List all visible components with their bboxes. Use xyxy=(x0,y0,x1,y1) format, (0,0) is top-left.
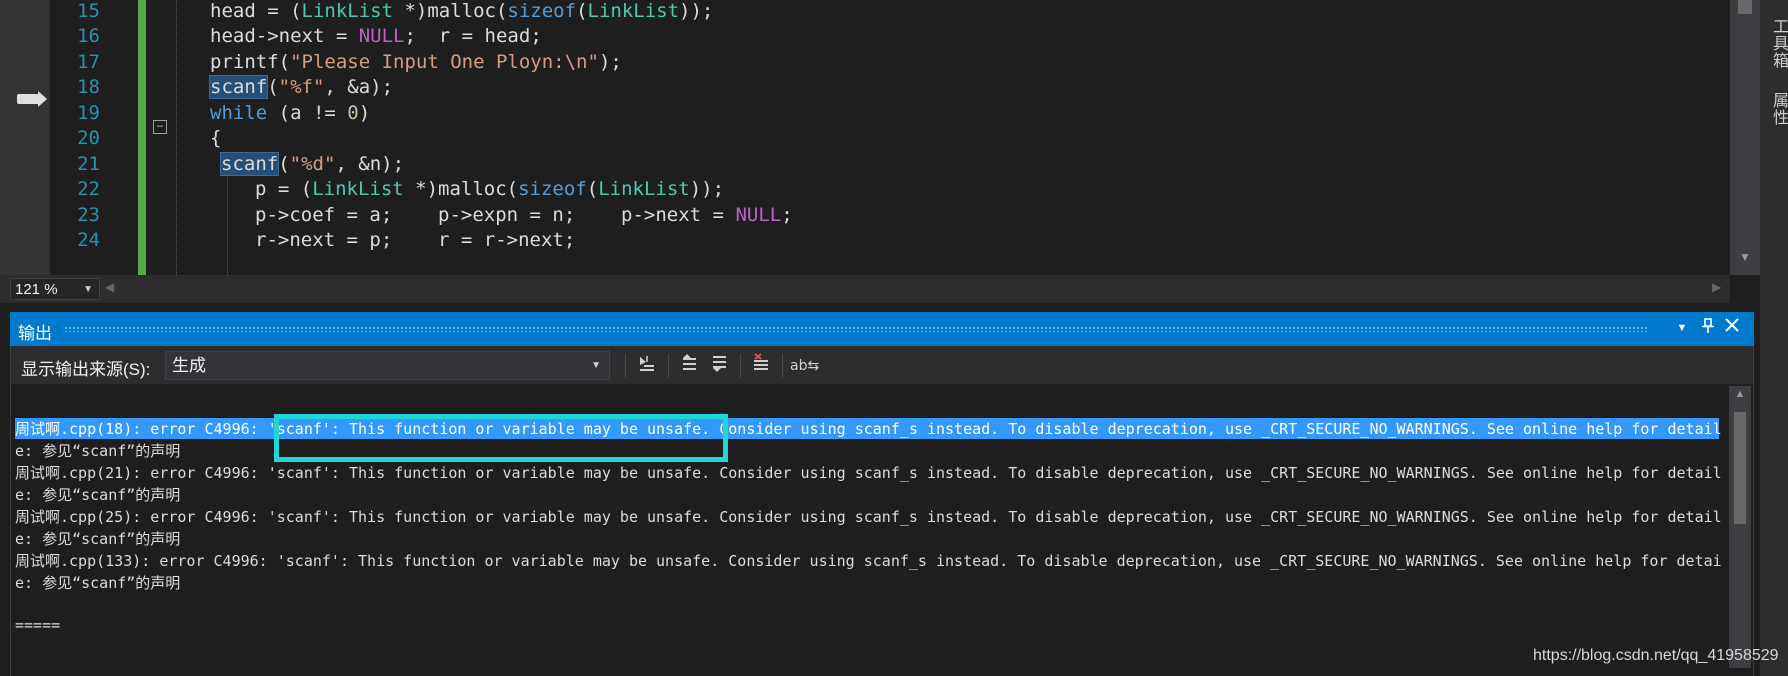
word-wrap-icon[interactable]: ab⇆ xyxy=(790,353,819,379)
scroll-left-arrow-icon[interactable]: ◀ xyxy=(105,280,114,294)
scroll-down-arrow-icon[interactable]: ▼ xyxy=(1730,250,1760,270)
output-line[interactable]: 周试啊.cpp(21): error C4996: 'scanf': This … xyxy=(15,462,1722,483)
toolbar-separator xyxy=(782,354,783,378)
editor-bottom-bar xyxy=(0,275,1730,303)
code-line: scanf("%f", &a); xyxy=(208,75,394,99)
editor-scroll-thumb[interactable] xyxy=(1738,0,1752,14)
code-text-area[interactable]: head = (LinkList *)malloc(sizeof(LinkLis… xyxy=(0,0,1730,275)
toolbar-separator xyxy=(668,354,669,378)
code-line: while (a != 0) xyxy=(210,102,371,124)
output-source-label: 显示输出来源(S): xyxy=(21,360,151,379)
code-editor[interactable]: 15 16 17 18 19 20 21 22 23 24 − head = (… xyxy=(0,0,1760,310)
zoom-level-dropdown[interactable]: 121 % ▼ xyxy=(10,278,100,300)
code-line: printf("Please Input One Ployn:\n"); xyxy=(210,51,622,73)
next-message-icon[interactable] xyxy=(706,353,732,379)
output-line[interactable]: 周试啊.cpp(25): error C4996: 'scanf': This … xyxy=(15,506,1722,527)
code-line: scanf("%d", &n); xyxy=(219,152,405,176)
chevron-down-icon: ▼ xyxy=(83,284,93,295)
code-line: p = (LinkList *)malloc(sizeof(LinkList))… xyxy=(255,178,725,200)
find-message-in-code-icon[interactable] xyxy=(634,353,660,379)
titlebar-grip xyxy=(64,326,1649,332)
output-line[interactable]: e: 参见“scanf”的声明 xyxy=(15,528,180,549)
code-line: r->next = p; r = r->next; xyxy=(255,229,576,251)
editor-vertical-scrollbar[interactable] xyxy=(1730,0,1760,275)
output-line[interactable]: 周试啊.cpp(18): error C4996: 'scanf': This … xyxy=(15,418,1722,439)
code-line: p->coef = a; p->expn = n; p->next = NULL… xyxy=(255,204,793,226)
toolbox-tab[interactable]: 工具箱 xyxy=(1766,18,1788,69)
chevron-down-icon: ▼ xyxy=(591,360,601,371)
scroll-right-arrow-icon[interactable]: ▶ xyxy=(1712,280,1721,294)
output-line[interactable]: e: 参见“scanf”的声明 xyxy=(15,440,180,461)
output-source-dropdown[interactable]: 生成 ▼ xyxy=(165,351,610,380)
watermark-text: https://blog.csdn.net/qq_41958529 xyxy=(1533,647,1779,664)
code-line: head->next = NULL; r = head; xyxy=(210,25,542,47)
output-line[interactable]: ===== xyxy=(15,616,60,634)
code-line: { xyxy=(210,127,222,149)
close-icon[interactable] xyxy=(1722,318,1742,337)
zoom-level-value: 121 % xyxy=(15,281,58,298)
window-menu-chevron-icon[interactable]: ▼ xyxy=(1672,322,1692,334)
highlight-callout-box xyxy=(274,414,728,462)
toolbar-separator xyxy=(625,354,626,378)
previous-message-icon[interactable] xyxy=(676,353,702,379)
pin-icon[interactable] xyxy=(1698,318,1718,339)
output-title: 输出 xyxy=(18,324,52,343)
output-line[interactable]: 周试啊.cpp(133): error C4996: 'scanf': This… xyxy=(15,550,1722,571)
clear-all-icon[interactable] xyxy=(748,353,774,379)
output-scroll-thumb[interactable] xyxy=(1734,412,1746,524)
code-line: head = (LinkList *)malloc(sizeof(LinkLis… xyxy=(210,0,714,22)
output-line[interactable]: e: 参见“scanf”的声明 xyxy=(15,484,180,505)
output-source-value: 生成 xyxy=(172,356,206,375)
properties-tab[interactable]: 属性 xyxy=(1766,92,1788,126)
scroll-up-arrow-icon[interactable]: ▲ xyxy=(1729,388,1751,400)
output-line[interactable]: e: 参见“scanf”的声明 xyxy=(15,572,180,593)
toolbar-separator xyxy=(740,354,741,378)
